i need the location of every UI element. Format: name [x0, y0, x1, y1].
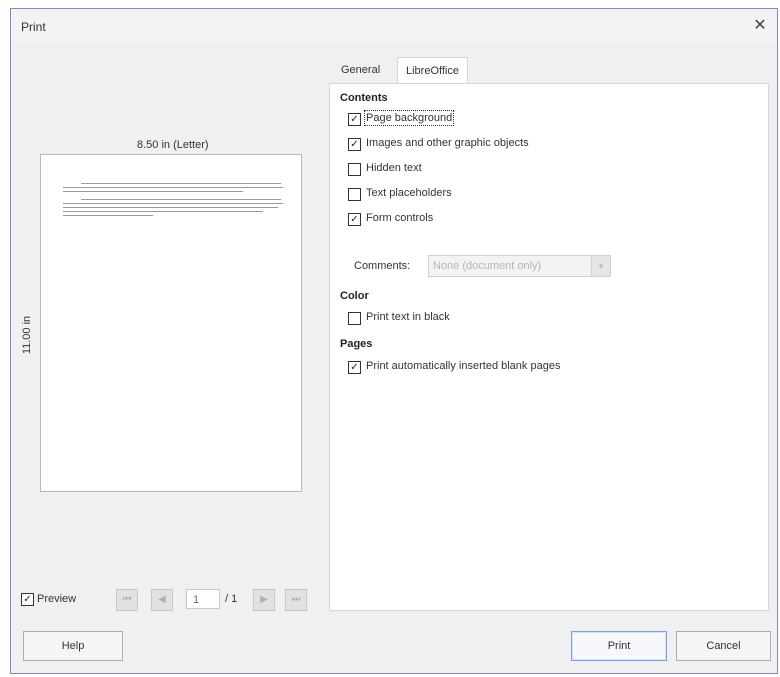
preview-text-line: [63, 215, 153, 216]
hidden-text-label: Hidden text: [366, 162, 422, 174]
hidden-text-checkbox[interactable]: [348, 163, 361, 176]
comments-dropdown[interactable]: None (document only) ▾: [428, 255, 611, 277]
blank-pages-label: Print automatically inserted blank pages: [366, 360, 561, 372]
preview-text-line: [63, 203, 283, 204]
preview-height-label: 11.00 in: [21, 315, 34, 355]
page-number-input[interactable]: 1: [186, 589, 220, 609]
print-black-checkbox[interactable]: [348, 312, 361, 325]
form-controls-label: Form controls: [366, 212, 434, 224]
page-preview: [40, 154, 302, 492]
blank-pages-checkbox[interactable]: ✓: [348, 361, 361, 374]
dialog-title: Print: [21, 20, 46, 34]
writer-options-panel: Contents ✓ Page background ✓ Images and …: [329, 83, 769, 611]
chevron-down-icon[interactable]: ▾: [591, 256, 610, 276]
color-heading: Color: [340, 290, 369, 302]
text-placeholders-label: Text placeholders: [366, 187, 452, 199]
preview-navigation: ✓ Preview ⏮ ◀ 1 / 1 ▶ ⏭: [21, 589, 311, 613]
images-label: Images and other graphic objects: [366, 137, 529, 149]
preview-checkbox-label: Preview: [37, 593, 77, 605]
comments-value: None (document only): [433, 260, 542, 272]
preview-width-label: 8.50 in (Letter): [137, 139, 209, 151]
print-button[interactable]: Print: [571, 631, 667, 661]
pages-heading: Pages: [340, 338, 373, 350]
preview-checkbox[interactable]: ✓: [21, 593, 34, 606]
page-background-checkbox[interactable]: ✓: [348, 113, 361, 126]
close-icon[interactable]: ✕: [749, 15, 771, 37]
title-bar: Print ✕: [11, 9, 777, 43]
text-placeholders-checkbox[interactable]: [348, 188, 361, 201]
preview-text-line: [63, 191, 243, 192]
images-checkbox[interactable]: ✓: [348, 138, 361, 151]
print-dialog: Print ✕ 8.50 in (Letter) 11.00 in ✓ Prev…: [10, 8, 778, 674]
tab-libreoffice-writer[interactable]: LibreOffice Writer: [397, 57, 468, 103]
comments-label: Comments:: [354, 260, 411, 272]
tab-general[interactable]: General: [333, 57, 388, 83]
previous-page-button[interactable]: ◀: [151, 589, 173, 611]
contents-heading: Contents: [340, 92, 388, 104]
first-page-button[interactable]: ⏮: [116, 589, 138, 611]
next-page-button[interactable]: ▶: [253, 589, 275, 611]
preview-text-line: [81, 199, 281, 200]
preview-text-line: [81, 183, 281, 184]
last-page-button[interactable]: ⏭: [285, 589, 307, 611]
print-black-label: Print text in black: [366, 311, 450, 323]
page-total-label: / 1: [225, 593, 238, 605]
cancel-button[interactable]: Cancel: [676, 631, 771, 661]
preview-text-line: [63, 207, 278, 208]
help-button[interactable]: Help: [23, 631, 123, 661]
preview-text-line: [63, 187, 283, 188]
form-controls-checkbox[interactable]: ✓: [348, 213, 361, 226]
preview-text-line: [63, 211, 263, 212]
page-background-label: Page background: [363, 110, 455, 126]
